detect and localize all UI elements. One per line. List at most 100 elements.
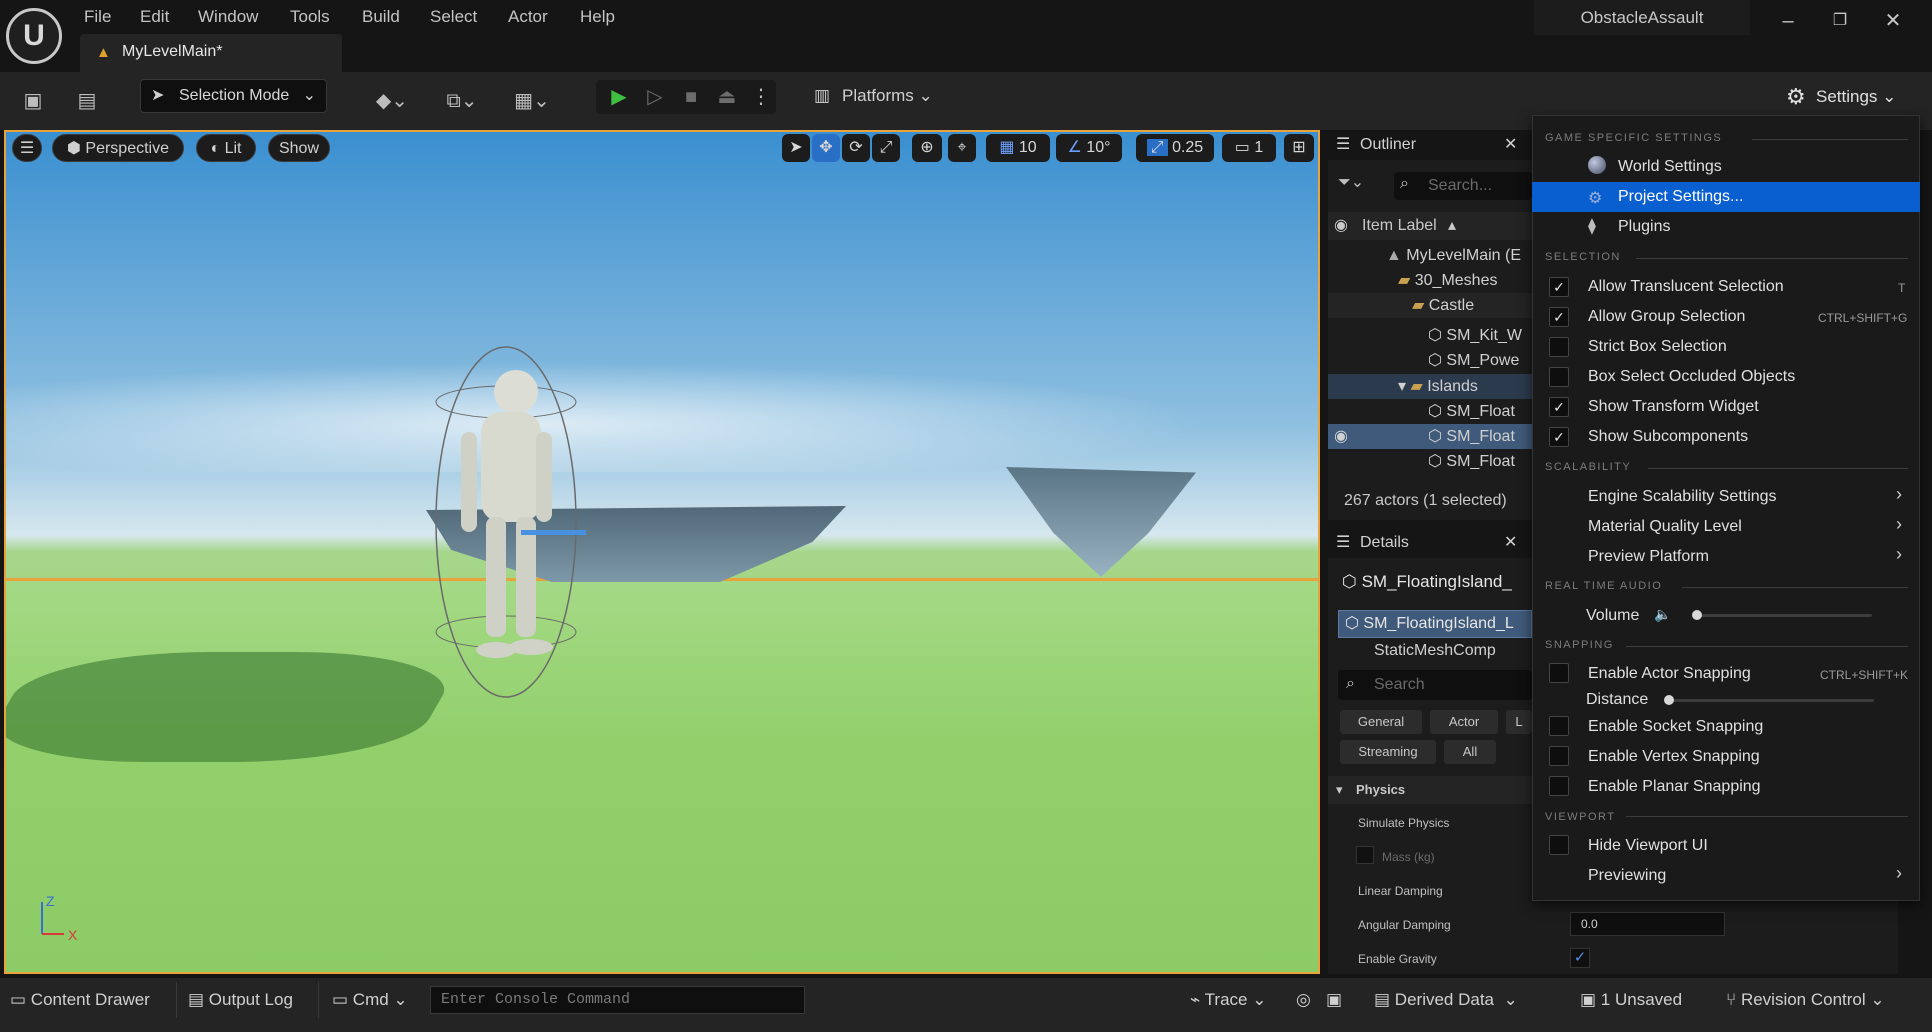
menu-build[interactable]: Build [362,2,400,32]
volume-slider-knob[interactable] [1692,610,1702,620]
derived-data-dropdown[interactable]: ▤ Derived Data ⌄ [1374,982,1518,1018]
enable-socket-snapping-item[interactable]: Enable Socket Snapping [1588,718,1763,736]
hide-viewport-ui-checkbox[interactable] [1549,835,1569,855]
eject-icon[interactable]: ⏏ [710,80,744,114]
output-log-button[interactable]: ▤ Output Log [188,982,293,1018]
allow-translucent-checkbox[interactable]: ✓ [1549,277,1569,297]
record-icon[interactable]: ◎ [1296,982,1311,1018]
world-local-icon[interactable]: ⊕ [912,134,942,162]
minimize-icon[interactable]: – [1768,4,1808,38]
previewing-item[interactable]: Previewing [1588,867,1666,885]
add-actor-icon[interactable]: ◆⌄ [368,84,416,118]
show-transform-item[interactable]: Show Transform Widget [1588,398,1759,416]
allow-group-item[interactable]: Allow Group Selection [1588,308,1745,326]
lit-button[interactable]: ◐ Lit [196,134,256,162]
filter-icon[interactable]: ⏷⌄ [1338,172,1372,198]
platforms-dropdown[interactable]: ▥ Platforms ⌄ [810,79,940,113]
project-settings-item[interactable]: Project Settings... [1618,188,1743,206]
outliner-row[interactable]: ⬡ SM_Kit_W [1328,323,1532,348]
scale-snap-button[interactable]: ⤢ 0.25 [1136,134,1214,162]
material-quality-item[interactable]: Material Quality Level [1588,518,1742,536]
close-outliner-icon[interactable]: ✕ [1504,130,1517,160]
enable-socket-snapping-checkbox[interactable] [1549,716,1569,736]
cinematics-icon[interactable]: ▦⌄ [508,84,556,118]
scale-tool-icon[interactable]: ⤢ [872,134,900,162]
select-tool-icon[interactable]: ➤ [782,134,810,162]
box-occluded-item[interactable]: Box Select Occluded Objects [1588,368,1795,386]
visibility-icon[interactable]: ◉ [1334,424,1348,449]
outliner-row[interactable]: ⬡ SM_Float [1328,399,1532,424]
selection-mode-dropdown[interactable]: ➤ Selection Mode ⌄ [140,79,327,113]
settings-dropdown[interactable]: ⚙ Settings ⌄ [1780,79,1900,115]
outliner-row[interactable]: ⬡ SM_Powe [1328,348,1532,373]
surface-snap-icon[interactable]: ⌖ [948,134,976,162]
cmd-dropdown[interactable]: ▭ Cmd ⌄ [332,982,408,1018]
angular-damping-input[interactable]: 0.0 [1570,912,1725,936]
save-icon[interactable]: ▣ [18,84,48,118]
menu-edit[interactable]: Edit [140,2,169,32]
enable-gravity-checkbox[interactable]: ✓ [1570,948,1590,968]
menu-tools[interactable]: Tools [290,2,330,32]
unreal-logo-icon[interactable]: U [6,8,62,64]
speaker-muted-icon[interactable]: 🔈 [1654,606,1671,623]
viewport-menu-icon[interactable]: ☰ [12,134,42,162]
layout-icon[interactable]: ⊞ [1284,134,1314,162]
distance-slider[interactable] [1668,699,1874,702]
stop-icon[interactable]: ■ [674,80,708,114]
menu-file[interactable]: File [84,2,111,32]
engine-scalability-item[interactable]: Engine Scalability Settings [1588,488,1777,506]
outliner-tab[interactable]: ☰ Outliner ✕ [1328,130,1532,160]
enable-planar-snapping-item[interactable]: Enable Planar Snapping [1588,778,1761,796]
perspective-button[interactable]: ⬢ Perspective [52,134,184,162]
filter-l[interactable]: L [1506,710,1532,734]
close-details-icon[interactable]: ✕ [1504,528,1517,558]
outliner-column-header[interactable]: ◉ Item Label ▴ [1328,212,1532,240]
allow-group-checkbox[interactable]: ✓ [1549,307,1569,327]
menu-select[interactable]: Select [430,2,477,32]
screenshot-icon[interactable]: ▣ [1326,982,1342,1018]
show-transform-checkbox[interactable]: ✓ [1549,397,1569,417]
visibility-icon[interactable]: ◉ [1334,212,1348,240]
filter-general[interactable]: General [1340,710,1422,734]
volume-slider[interactable] [1694,614,1872,617]
component-root[interactable]: ⬡ SM_FloatingIsland_L [1338,610,1532,638]
distance-slider-knob[interactable] [1664,695,1674,705]
enable-actor-snapping-item[interactable]: Enable Actor Snapping [1588,665,1751,683]
outliner-row[interactable]: ▾ ▰ Islands [1328,374,1532,399]
grid-snap-button[interactable]: ▦ 10 [986,134,1050,162]
filter-streaming[interactable]: Streaming [1340,740,1436,764]
close-icon[interactable]: ✕ [1873,4,1913,38]
content-browser-icon[interactable]: ▤ [72,84,102,118]
outliner-row-selected[interactable]: ◉ ⬡ SM_Float [1328,424,1532,449]
rotation-snap-button[interactable]: ∠ 10° [1056,134,1122,162]
allow-translucent-item[interactable]: Allow Translucent Selection [1588,278,1784,296]
outliner-row[interactable]: ⬡ SM_Float [1328,449,1532,474]
rotate-tool-icon[interactable]: ⟳ [842,134,870,162]
enable-vertex-snapping-checkbox[interactable] [1549,746,1569,766]
strict-box-checkbox[interactable] [1549,337,1569,357]
enable-planar-snapping-checkbox[interactable] [1549,776,1569,796]
filter-actor[interactable]: Actor [1430,710,1498,734]
console-command-input[interactable]: Enter Console Command [430,986,805,1014]
box-occluded-checkbox[interactable] [1549,367,1569,387]
show-button[interactable]: Show [268,134,330,162]
component-child[interactable]: StaticMeshComp [1374,642,1532,662]
outliner-row[interactable]: ▰ Castle [1328,293,1532,318]
mass-checkbox[interactable] [1356,846,1374,864]
camera-speed-button[interactable]: ▭ 1 [1222,134,1276,162]
outliner-row[interactable]: ▲ MyLevelMain (E [1328,243,1532,268]
menu-window[interactable]: Window [198,2,258,32]
trace-dropdown[interactable]: ⌁ Trace ⌄ [1190,982,1266,1018]
restore-icon[interactable]: ❐ [1820,4,1860,38]
unsaved-button[interactable]: ▣ 1 Unsaved [1580,982,1682,1018]
more-options-icon[interactable]: ⋮ [744,80,778,114]
translate-tool-icon[interactable]: ✥ [812,134,840,162]
level-viewport[interactable]: Z X [4,130,1320,974]
play-icon[interactable]: ▶ [602,80,636,114]
world-settings-item[interactable]: World Settings [1618,158,1722,176]
menu-help[interactable]: Help [580,2,615,32]
hide-viewport-ui-item[interactable]: Hide Viewport UI [1588,837,1708,855]
show-subcomponents-checkbox[interactable]: ✓ [1549,427,1569,447]
outliner-search-input[interactable]: ⌕ Search... [1394,172,1532,200]
details-search-input[interactable]: ⌕ Search [1338,670,1532,700]
